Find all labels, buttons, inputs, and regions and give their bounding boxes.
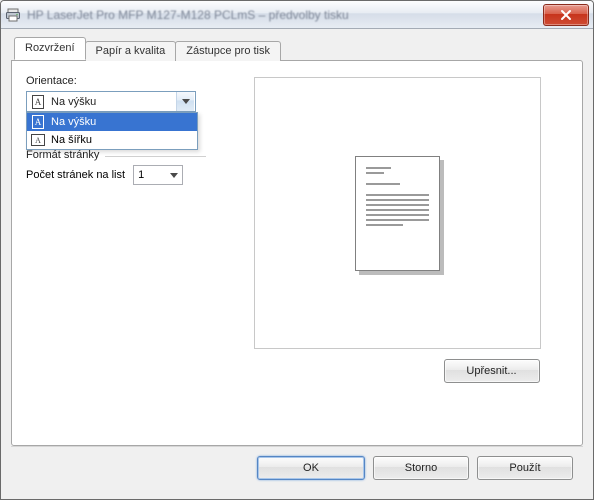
- orientation-option-landscape[interactable]: A Na šířku: [27, 131, 197, 149]
- landscape-icon: A: [31, 133, 45, 147]
- tab-paper-quality[interactable]: Papír a kvalita: [85, 41, 177, 61]
- portrait-icon: A: [31, 95, 45, 109]
- tab-label: Papír a kvalita: [96, 45, 166, 57]
- titlebar[interactable]: HP LaserJet Pro MFP M127-M128 PCLmS – př…: [1, 1, 593, 29]
- page-format-legend: Formát stránky: [26, 149, 105, 161]
- tab-page-layout: Orientace: A Na výšku: [11, 60, 583, 446]
- orientation-dropdown: A Na výšku A: [26, 112, 198, 150]
- button-label: OK: [303, 462, 319, 474]
- pages-per-sheet-value: 1: [138, 169, 144, 181]
- orientation-value: Na výšku: [51, 96, 176, 108]
- dialog-footer: OK Storno Použít: [11, 446, 583, 489]
- tab-label: Rozvržení: [25, 42, 75, 54]
- apply-button[interactable]: Použít: [477, 456, 573, 480]
- ok-button[interactable]: OK: [257, 456, 365, 480]
- cancel-button[interactable]: Storno: [373, 456, 469, 480]
- pages-per-sheet-label: Počet stránek na list: [26, 169, 125, 181]
- option-label: Na výšku: [51, 116, 96, 128]
- svg-text:A: A: [35, 136, 41, 145]
- page-preview: [254, 77, 541, 349]
- tab-label: Zástupce pro tisk: [186, 45, 270, 57]
- orientation-option-portrait[interactable]: A Na výšku: [27, 113, 197, 131]
- advanced-button[interactable]: Upřesnit...: [444, 359, 540, 383]
- portrait-icon: A: [31, 115, 45, 129]
- print-preferences-window: HP LaserJet Pro MFP M127-M128 PCLmS – př…: [0, 0, 594, 500]
- tab-strip: Rozvržení Papír a kvalita Zástupce pro t…: [11, 37, 583, 60]
- pages-per-sheet-combo[interactable]: 1: [133, 165, 183, 185]
- button-label: Storno: [405, 462, 437, 474]
- client-area: Rozvržení Papír a kvalita Zástupce pro t…: [1, 29, 593, 499]
- printer-icon: [5, 7, 21, 23]
- tab-print-shortcut[interactable]: Zástupce pro tisk: [175, 41, 281, 61]
- right-column: Upřesnit...: [226, 75, 568, 431]
- close-button[interactable]: [543, 4, 589, 26]
- orientation-combo[interactable]: A Na výšku: [26, 91, 196, 112]
- left-column: Orientace: A Na výšku: [26, 75, 206, 431]
- dropdown-arrow-icon: [176, 92, 194, 111]
- window-title: HP LaserJet Pro MFP M127-M128 PCLmS – př…: [27, 8, 543, 22]
- tab-layout[interactable]: Rozvržení: [14, 37, 86, 60]
- button-label: Použít: [509, 462, 540, 474]
- preview-page-icon: [355, 156, 440, 271]
- button-label: Upřesnit...: [466, 365, 516, 377]
- orientation-combo-wrap: A Na výšku A: [26, 91, 196, 112]
- svg-text:A: A: [35, 97, 42, 107]
- option-label: Na šířku: [51, 134, 92, 146]
- dropdown-arrow-icon: [170, 169, 178, 181]
- orientation-label: Orientace:: [26, 75, 206, 87]
- svg-text:A: A: [35, 117, 42, 127]
- page-format-group: Formát stránky Počet stránek na list 1: [26, 156, 206, 185]
